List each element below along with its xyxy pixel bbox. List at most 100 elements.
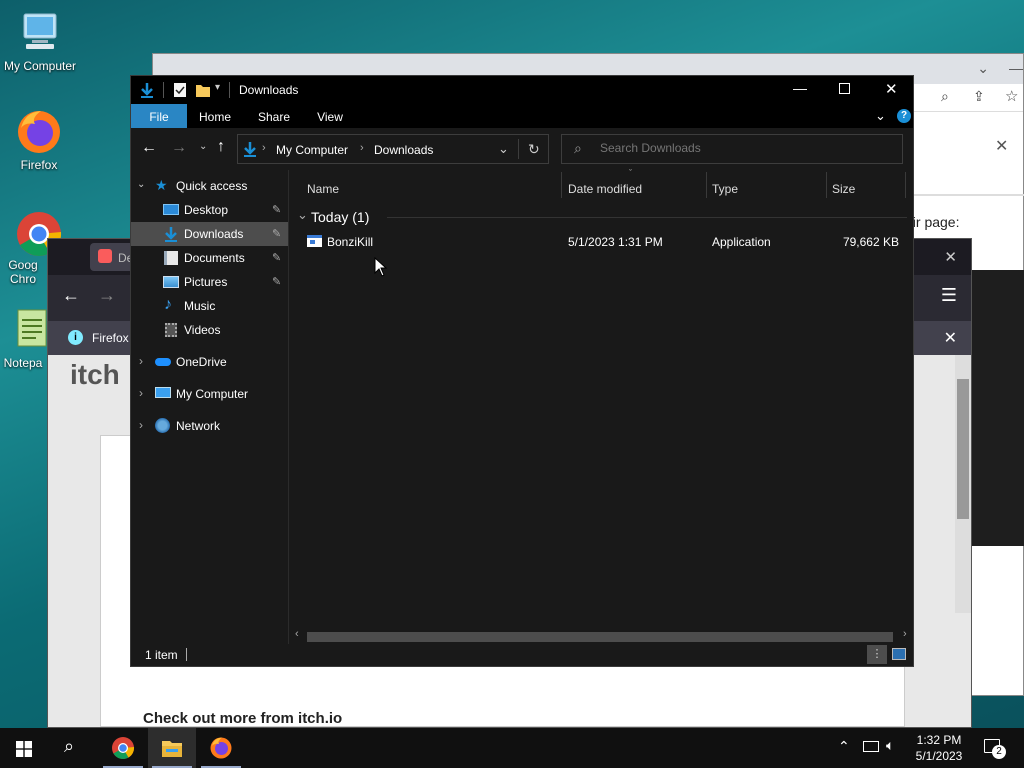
status-bar: 1 item ⋮ (131, 644, 913, 666)
forward-arrow-icon[interactable]: → (171, 139, 187, 157)
star-icon[interactable]: ☆ (1005, 87, 1018, 105)
pin-icon[interactable]: ✎ (272, 275, 281, 288)
ribbon-tab-home[interactable]: Home (191, 104, 239, 128)
search-icon: ⌕ (574, 140, 582, 156)
column-header-date[interactable]: Date modified (568, 178, 704, 202)
search-box[interactable]: ⌕ (561, 134, 903, 164)
ribbon-tab-file[interactable]: File (131, 104, 187, 128)
refresh-icon[interactable]: ↻ (528, 141, 540, 158)
help-icon[interactable]: ? (897, 109, 911, 123)
file-row[interactable]: BonziKill 5/1/2023 1:31 PM Application 7… (303, 230, 907, 252)
taskbar-chrome[interactable] (99, 728, 147, 768)
chevron-down-icon[interactable]: ⌄ (498, 141, 509, 157)
chevron-right-icon[interactable]: › (139, 354, 143, 368)
taskbar-firefox[interactable] (197, 728, 245, 768)
properties-icon[interactable] (173, 82, 187, 98)
forward-arrow-icon[interactable]: → (98, 285, 116, 306)
scroll-thumb[interactable] (307, 632, 893, 642)
network-icon[interactable] (863, 741, 879, 752)
firefox-icon (210, 737, 232, 759)
computer-icon (155, 387, 171, 398)
ribbon-tab-view[interactable]: View (305, 104, 355, 128)
large-icons-view-icon[interactable] (892, 648, 906, 660)
nav-onedrive[interactable]: › OneDrive (131, 350, 288, 374)
explorer-titlebar[interactable]: ▾ Downloads — ✕ (131, 76, 913, 104)
nav-item-documents[interactable]: Documents ✎ (131, 246, 288, 270)
chevron-down-icon[interactable]: ⌄ (137, 179, 145, 190)
nav-quick-access[interactable]: ⌄ ★ Quick access (131, 174, 288, 198)
address-bar[interactable]: › My Computer › Downloads ⌄ ↻ (237, 134, 549, 164)
notification-badge: 2 (992, 745, 1006, 759)
nav-item-pictures[interactable]: Pictures ✎ (131, 270, 288, 294)
desktop-icon-label: Firefox (20, 158, 58, 172)
desktop-icon-notepad[interactable]: Notepa (0, 306, 50, 372)
chevron-right-icon[interactable]: › (139, 386, 143, 400)
back-arrow-icon[interactable]: ← (62, 285, 80, 306)
nav-item-music[interactable]: ♪ Music (131, 294, 288, 318)
chevron-down-icon[interactable]: ⌄ (977, 60, 989, 77)
column-header-size[interactable]: Size (832, 178, 902, 202)
search-button[interactable]: ⌕ (48, 728, 96, 768)
mouse-cursor-icon (374, 257, 388, 277)
chevron-right-icon[interactable]: › (139, 418, 143, 432)
file-date: 5/1/2023 1:31 PM (568, 235, 663, 249)
menu-icon[interactable]: ☰ (941, 285, 957, 306)
scroll-left-icon[interactable]: ‹ (295, 628, 299, 640)
nav-item-downloads[interactable]: Downloads ✎ (131, 222, 288, 246)
file-list-pane: Name ˇ Date modified Type Size ⌄ Today (… (289, 168, 913, 646)
ribbon-tab-share[interactable]: Share (249, 104, 299, 128)
breadcrumb-my-computer[interactable]: My Computer (276, 143, 348, 157)
close-button[interactable]: ✕ (885, 80, 898, 98)
breadcrumb-downloads[interactable]: Downloads (374, 143, 433, 157)
divider (163, 82, 164, 98)
quick-access-toolbar-dropdown[interactable]: ▾ (215, 82, 220, 93)
page-scrollbar[interactable] (955, 355, 971, 613)
scroll-right-icon[interactable]: › (903, 628, 907, 640)
start-button[interactable] (0, 728, 48, 768)
status-divider (186, 648, 187, 661)
file-explorer-window[interactable]: ▾ Downloads — ✕ File Home Share View ⌄ ?… (130, 75, 914, 667)
taskbar-file-explorer[interactable] (148, 728, 196, 768)
minimize-icon[interactable]: — (1009, 60, 1023, 76)
file-icon-inner (310, 240, 315, 244)
recent-locations-dropdown[interactable]: ⌄ (199, 141, 207, 152)
info-bar-text: Firefox (92, 331, 129, 345)
chrome-gray-block (905, 194, 1024, 196)
desktop-icon-firefox[interactable]: Firefox (0, 104, 80, 174)
clock-time: 1:32 PM (916, 733, 962, 747)
documents-icon (164, 251, 178, 265)
search-icon[interactable]: ⌕ (941, 88, 949, 105)
horizontal-scrollbar[interactable]: ‹ › (293, 628, 913, 644)
column-header-type[interactable]: Type (712, 178, 822, 202)
pin-icon[interactable]: ✎ (272, 227, 281, 240)
search-icon: ⌕ (64, 736, 75, 756)
close-icon[interactable]: ✕ (944, 248, 957, 266)
close-icon[interactable]: ✕ (995, 136, 1008, 156)
volume-icon[interactable]: 🔈︎ (886, 737, 894, 754)
pin-icon[interactable]: ✎ (272, 203, 281, 216)
nav-network[interactable]: › Network (131, 414, 288, 438)
nav-item-videos[interactable]: Videos (131, 318, 288, 342)
back-arrow-icon[interactable]: ← (141, 139, 157, 157)
share-icon[interactable]: ⇪ (973, 88, 985, 105)
nav-my-computer[interactable]: › My Computer (131, 382, 288, 406)
up-arrow-icon[interactable]: ↑ (217, 138, 225, 156)
windows-icon (16, 741, 32, 757)
maximize-button[interactable] (839, 83, 850, 94)
desktop-icon-my-computer[interactable]: My Computer (0, 8, 80, 74)
nav-label: My Computer (176, 387, 249, 401)
chevron-down-icon[interactable]: ⌄ (875, 108, 886, 124)
column-divider (905, 172, 906, 198)
chevron-up-icon[interactable]: ⌃ (838, 738, 850, 755)
notification-center-button[interactable]: 2 (982, 736, 1010, 760)
search-input[interactable] (600, 141, 890, 155)
minimize-button[interactable]: — (793, 80, 807, 96)
column-header-name[interactable]: Name (307, 178, 557, 202)
clock[interactable]: 1:32 PM 5/1/2023 (910, 732, 968, 764)
pin-icon[interactable]: ✎ (272, 251, 281, 264)
close-icon[interactable]: ✕ (944, 328, 957, 348)
group-header[interactable]: ⌄ Today (1) (295, 206, 907, 228)
new-folder-icon[interactable] (195, 82, 211, 98)
details-view-icon[interactable]: ⋮ (867, 645, 887, 664)
nav-item-desktop[interactable]: Desktop ✎ (131, 198, 288, 222)
